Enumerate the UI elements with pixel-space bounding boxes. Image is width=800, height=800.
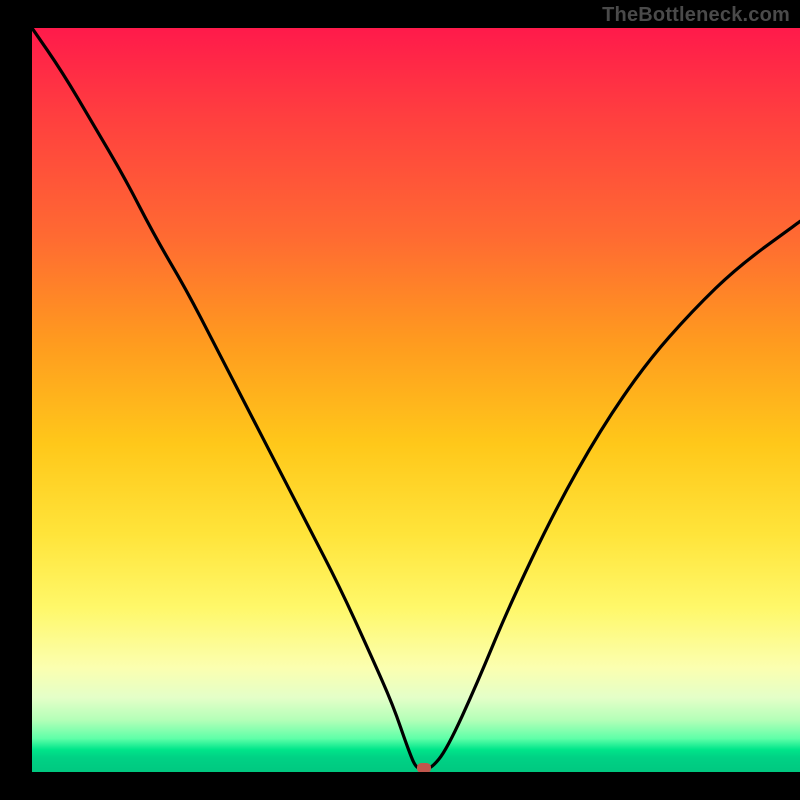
curve-path	[32, 28, 800, 768]
plot-area	[32, 28, 800, 772]
bottleneck-curve	[32, 28, 800, 772]
minimum-marker	[417, 763, 431, 772]
chart-frame: TheBottleneck.com	[0, 0, 800, 800]
watermark-text: TheBottleneck.com	[602, 4, 790, 27]
